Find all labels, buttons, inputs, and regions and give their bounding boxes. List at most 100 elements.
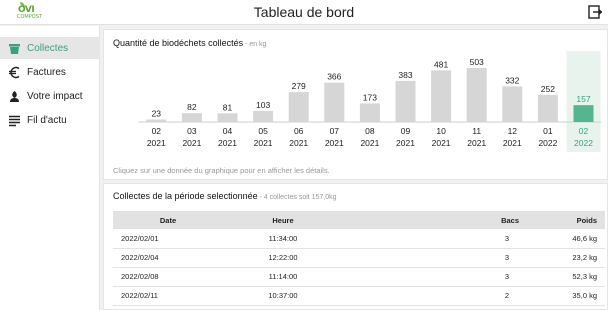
sidebar-item-label: Collectes — [27, 42, 69, 54]
chart-bar[interactable] — [573, 105, 594, 122]
chart-hint: Cliquez sur une donnée du graphique pour… — [113, 166, 330, 175]
cell-date: 2022/02/01 — [113, 229, 223, 249]
sidebar-item-label: Fil d'actu — [27, 114, 67, 126]
data-label: 279 — [292, 81, 306, 91]
data-label: 103 — [256, 100, 270, 110]
sidebar-item-label: Votre impact — [27, 90, 83, 102]
x-tick-label-month: 03 — [187, 126, 197, 136]
data-label: 332 — [505, 75, 519, 85]
chart-bar[interactable] — [288, 92, 309, 122]
euro-icon — [9, 66, 20, 78]
chart-bar[interactable] — [181, 113, 202, 122]
column-header-bacs[interactable]: Bacs — [343, 211, 519, 229]
table-row[interactable]: 2022/02/11 10:37:00 2 35,0 kg — [113, 286, 605, 306]
data-label: 252 — [541, 84, 555, 94]
bar-chart[interactable]: 23 02 2021 82 03 2021 81 04 2021 103 05 2021 279 06 20… — [104, 30, 608, 181]
cell-poids: 46,6 kg — [519, 229, 605, 249]
x-tick-label-year: 2021 — [360, 138, 379, 148]
x-tick-label-year: 2021 — [147, 138, 166, 148]
x-tick-label-year: 2021 — [289, 138, 308, 148]
x-tick-label-year: 2021 — [182, 138, 201, 148]
table-header-row: Date Heure Bacs Poids — [113, 211, 605, 229]
x-tick-label-month: 07 — [330, 126, 340, 136]
x-tick-label-month: 01 — [543, 126, 553, 136]
page-title: Tableau de bord — [253, 4, 355, 20]
x-tick-label-month: 06 — [294, 126, 304, 136]
cell-date: 2022/02/04 — [113, 248, 223, 268]
top-bar: OVI COMPOST Tableau de bord — [0, 0, 608, 25]
cell-heure: 12:22:00 — [223, 248, 343, 268]
chart-bar[interactable] — [466, 68, 487, 122]
cell-date: 2022/02/11 — [113, 286, 223, 306]
x-tick-label-month: 12 — [508, 126, 518, 136]
chart-bar[interactable] — [395, 80, 416, 122]
chart-bar[interactable] — [217, 113, 238, 122]
table-row[interactable]: 2022/02/08 11:14:00 3 52,3 kg — [113, 267, 605, 287]
data-label: 366 — [327, 72, 341, 82]
x-tick-label-month: 09 — [401, 126, 411, 136]
x-tick-label-year: 2021 — [396, 138, 415, 148]
x-tick-label-month: 02 — [579, 126, 589, 136]
chart-bar[interactable] — [537, 94, 558, 122]
cell-bacs: 3 — [343, 267, 519, 287]
x-tick-label-year: 2021 — [503, 138, 522, 148]
cell-poids: 35,0 kg — [519, 286, 605, 306]
table-title: Collectes de la période selectionnée - 4… — [113, 191, 337, 201]
x-tick-label-year: 2021 — [467, 138, 486, 148]
cell-bacs: 3 — [343, 229, 519, 249]
x-tick-label-year: 2022 — [538, 138, 557, 148]
chart-bar[interactable] — [502, 86, 523, 122]
collections-table: Date Heure Bacs Poids 2022/02/01 11:34:0… — [113, 211, 605, 306]
logout-icon[interactable] — [588, 5, 602, 19]
cell-heure: 10:37:00 — [223, 286, 343, 306]
table-row[interactable]: 2022/02/01 11:34:00 3 46,6 kg — [113, 229, 605, 249]
x-tick-label-year: 2021 — [325, 138, 344, 148]
cell-poids: 52,3 kg — [519, 267, 605, 287]
data-label: 383 — [398, 70, 412, 80]
data-label: 81 — [223, 102, 233, 112]
sidebar-item-collectes[interactable]: Collectes — [0, 37, 100, 59]
x-tick-label-year: 2021 — [432, 138, 451, 148]
chart-bar[interactable] — [359, 103, 380, 122]
data-label: 173 — [363, 92, 377, 102]
x-tick-label-month: 11 — [472, 126, 481, 136]
column-header-poids[interactable]: Poids — [519, 211, 605, 229]
bin-icon — [9, 43, 20, 54]
data-label: 82 — [187, 102, 197, 112]
x-tick-label-month: 10 — [436, 126, 446, 136]
plant-icon — [10, 90, 19, 102]
collections-table-card: Collectes de la période selectionnée - 4… — [103, 183, 608, 310]
x-tick-label-month: 08 — [365, 126, 375, 136]
x-tick-label-year: 2021 — [218, 138, 237, 148]
chart-bar[interactable] — [324, 82, 345, 122]
data-label: 157 — [576, 94, 590, 104]
table-summary: - 4 collectes soit 157,0kg — [257, 194, 337, 201]
column-header-date[interactable]: Date — [113, 211, 223, 229]
x-tick-label-month: 04 — [223, 126, 233, 136]
sidebar-item-factures[interactable]: Factures — [0, 61, 100, 83]
data-label: 481 — [434, 59, 448, 69]
x-tick-label-year: 2022 — [574, 138, 593, 148]
table-title-text: Collectes de la période selectionnée — [113, 191, 258, 201]
list-icon — [9, 115, 20, 126]
cell-heure: 11:34:00 — [223, 229, 343, 249]
cell-poids: 23,2 kg — [519, 248, 605, 268]
data-label: 23 — [152, 109, 162, 119]
cell-date: 2022/02/08 — [113, 267, 223, 287]
x-tick-label-year: 2021 — [254, 138, 273, 148]
sidebar-item-label: Factures — [27, 66, 66, 78]
sidebar-item-votre-impact[interactable]: Votre impact — [0, 85, 100, 107]
x-tick-label-month: 02 — [152, 126, 162, 136]
sidebar: Collectes Factures Votre impact Fil d'ac… — [0, 26, 100, 310]
chart-bar[interactable] — [253, 110, 274, 122]
cell-bacs: 3 — [343, 248, 519, 268]
chart-card: Quantité de biodéchets collectés - en kg… — [103, 29, 608, 180]
x-tick-label-month: 05 — [258, 126, 268, 136]
sidebar-item-fil-actu[interactable]: Fil d'actu — [0, 109, 100, 131]
table-row[interactable]: 2022/02/04 12:22:00 3 23,2 kg — [113, 248, 605, 268]
chart-bar[interactable] — [146, 119, 167, 122]
cell-bacs: 2 — [343, 286, 519, 306]
cell-heure: 11:14:00 — [223, 267, 343, 287]
column-header-heure[interactable]: Heure — [223, 211, 343, 229]
chart-bar[interactable] — [431, 70, 452, 122]
